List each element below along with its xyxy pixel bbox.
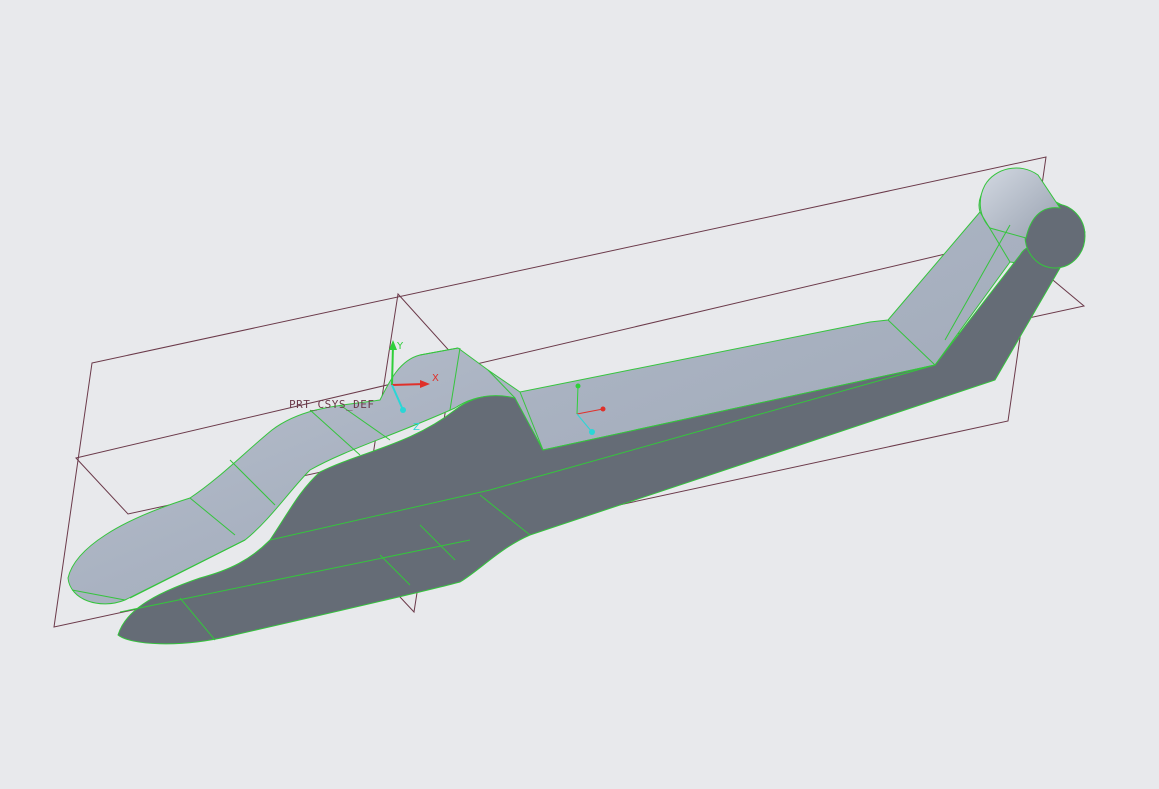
graphics-viewport[interactable]: Y X Z PRT_CSYS_DEF bbox=[0, 0, 1159, 789]
helicopter-part[interactable] bbox=[67, 167, 1086, 645]
z-axis-label: Z bbox=[413, 422, 420, 433]
model-canvas[interactable]: Y X Z PRT_CSYS_DEF bbox=[0, 0, 1159, 789]
x-axis-label: X bbox=[432, 373, 439, 384]
z-axis-arrow-icon bbox=[400, 407, 406, 413]
csys-name-label[interactable]: PRT_CSYS_DEF bbox=[289, 398, 374, 411]
y-axis-label: Y bbox=[396, 341, 404, 352]
